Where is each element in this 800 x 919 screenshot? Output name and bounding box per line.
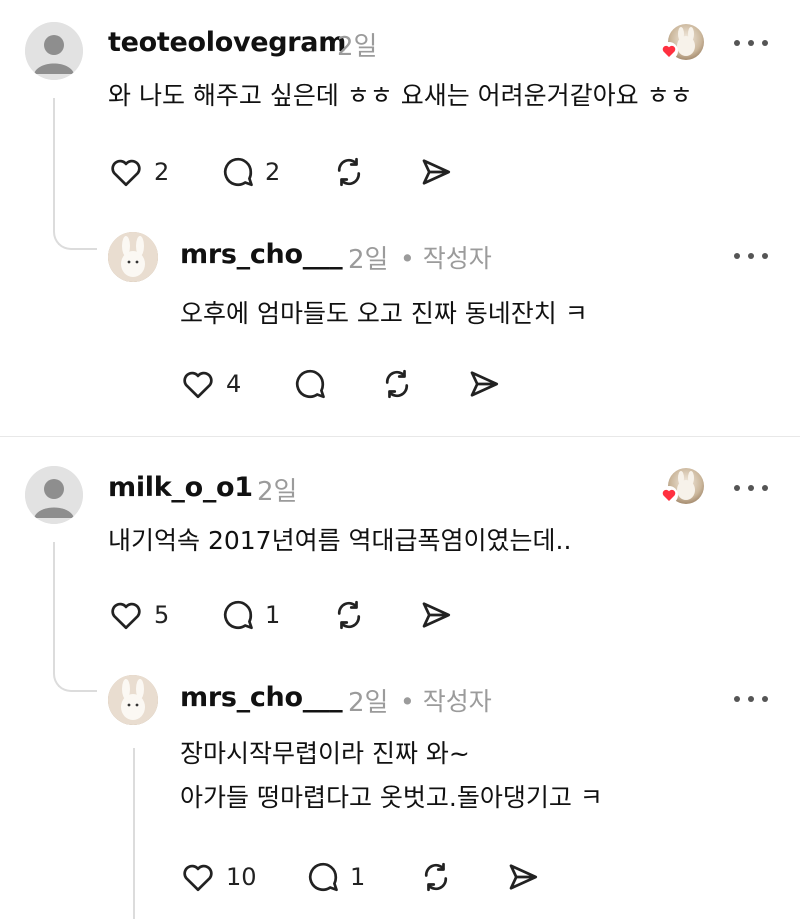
more-options-button[interactable] xyxy=(734,694,770,704)
red-heart-icon xyxy=(660,42,678,60)
heart-outline-icon xyxy=(111,159,141,187)
comment-text: 와 나도 해주고 싶은데 ㅎㅎ 요새는 어려운거같아요 ㅎㅎ xyxy=(108,81,693,110)
comment-bubble-icon xyxy=(308,862,338,892)
share-button[interactable] xyxy=(505,859,541,895)
avatar-mrs-cho[interactable] xyxy=(108,232,158,282)
heart-outline-icon xyxy=(183,371,213,399)
reply-text-line: 장마시작무렵이라 진짜 와~ xyxy=(180,739,470,768)
author-tag: • 작성자 xyxy=(400,687,492,716)
comment-bubble-icon xyxy=(295,369,325,399)
bunny-avatar-icon xyxy=(108,675,158,725)
more-options-button[interactable] xyxy=(734,483,770,493)
like-button[interactable] xyxy=(108,597,144,633)
reply-count: 2 xyxy=(265,158,281,186)
repost-button[interactable] xyxy=(331,154,367,190)
comment-button[interactable] xyxy=(220,154,256,190)
comment-button[interactable] xyxy=(220,597,256,633)
liked-by-author-badge xyxy=(660,22,706,62)
send-icon xyxy=(509,864,538,890)
heart-outline-icon xyxy=(183,864,213,892)
send-icon xyxy=(422,159,451,185)
reply-text-line: 아가들 떵마렵다고 옷벗고.돌아댕기고 ㅋ xyxy=(180,783,603,812)
repost-button[interactable] xyxy=(331,597,367,633)
default-avatar-icon xyxy=(25,466,83,524)
thread-connector xyxy=(53,212,97,250)
more-options-button[interactable] xyxy=(734,38,770,48)
reply-count: 1 xyxy=(265,601,281,629)
comment-username[interactable]: teoteolovegram xyxy=(108,27,346,58)
share-button[interactable] xyxy=(466,366,502,402)
repost-icon xyxy=(424,862,448,892)
avatar-teoteolovegram[interactable] xyxy=(25,22,83,80)
like-count: 10 xyxy=(226,863,257,891)
reply-time: 2일 xyxy=(348,245,389,275)
repost-icon xyxy=(337,600,361,630)
reply-count: 1 xyxy=(350,863,366,891)
comment-username[interactable]: milk_o_o1 xyxy=(108,472,253,503)
avatar-milk-o-o1[interactable] xyxy=(25,466,83,524)
reply-username[interactable]: mrs_cho___ xyxy=(180,682,343,713)
default-avatar-icon xyxy=(25,22,83,80)
like-count: 4 xyxy=(226,370,242,398)
liked-by-author-badge xyxy=(660,466,706,506)
comment-bubble-icon xyxy=(223,157,253,187)
thread-line xyxy=(53,98,55,228)
like-button[interactable] xyxy=(180,366,216,402)
repost-button[interactable] xyxy=(379,366,415,402)
comment-button[interactable] xyxy=(305,859,341,895)
comment-text: 내기억속 2017년여름 역대급폭염이였는데.. xyxy=(108,526,572,555)
reply-time: 2일 xyxy=(348,688,389,718)
like-button[interactable] xyxy=(180,859,216,895)
comment-time: 2일 xyxy=(337,32,378,62)
thread-connector xyxy=(53,654,97,692)
thread-line xyxy=(53,542,55,670)
comment-button[interactable] xyxy=(292,366,328,402)
like-count: 5 xyxy=(154,601,170,629)
like-button[interactable] xyxy=(108,154,144,190)
send-icon xyxy=(470,371,499,397)
like-count: 2 xyxy=(154,158,170,186)
comment-bubble-icon xyxy=(223,600,253,630)
repost-button[interactable] xyxy=(418,859,454,895)
reply-text-line: 오후에 엄마들도 오고 진짜 동네잔치 ㅋ xyxy=(180,299,588,328)
share-button[interactable] xyxy=(418,597,454,633)
repost-icon xyxy=(337,157,361,187)
thread-line xyxy=(133,748,135,919)
reply-username[interactable]: mrs_cho___ xyxy=(180,239,343,270)
red-heart-icon xyxy=(660,486,678,504)
send-icon xyxy=(422,602,451,628)
more-options-button[interactable] xyxy=(734,251,770,261)
comment-divider xyxy=(0,436,800,437)
share-button[interactable] xyxy=(418,154,454,190)
avatar-mrs-cho[interactable] xyxy=(108,675,158,725)
heart-outline-icon xyxy=(111,602,141,630)
comment-time: 2일 xyxy=(257,477,298,507)
bunny-avatar-icon xyxy=(108,232,158,282)
repost-icon xyxy=(385,369,409,399)
author-tag: • 작성자 xyxy=(400,244,492,273)
